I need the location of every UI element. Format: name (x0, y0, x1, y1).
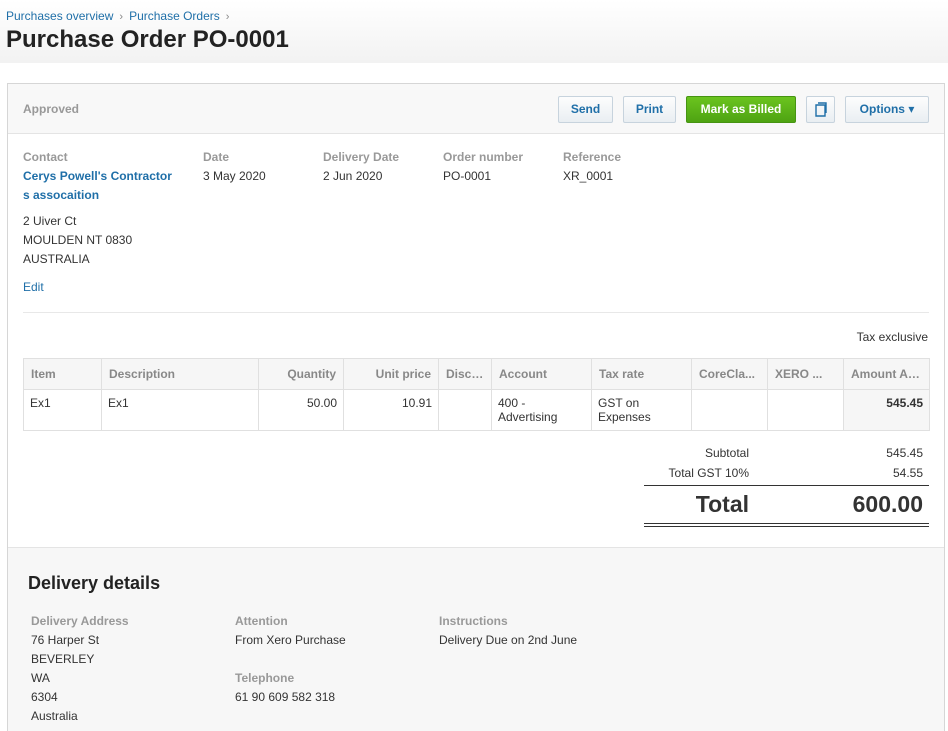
cell-amount: 545.45 (843, 389, 930, 431)
tax-rate-line-1: GST on (598, 396, 640, 410)
column-header-description[interactable]: Description (101, 358, 259, 390)
copy-button[interactable] (806, 96, 835, 123)
delivery-details-section: Delivery details Delivery Address 76 Har… (8, 547, 944, 731)
contact-address-line: AUSTRALIA (23, 252, 90, 266)
table-header-row: Item Description Quantity Unit price Dis… (23, 358, 930, 390)
contact-name-line-1: Cerys Powell's Contractor (23, 169, 172, 183)
attention-value: From Xero Purchase (235, 633, 346, 647)
print-button[interactable]: Print (623, 96, 676, 123)
account-line-1: 400 - (498, 396, 526, 410)
column-header-item[interactable]: Item (23, 358, 102, 390)
tax-mode-label: Tax exclusive (856, 330, 928, 344)
delivery-details-title: Delivery details (28, 573, 161, 593)
delivery-address-line: 6304 (31, 690, 58, 704)
column-header-quantity[interactable]: Quantity (258, 358, 344, 390)
column-header-discount[interactable]: Disc % (438, 358, 492, 390)
cell-item[interactable]: Ex1 (23, 389, 102, 431)
send-button[interactable]: Send (558, 96, 613, 123)
page-title: Purchase Order PO-0001 (6, 26, 289, 53)
order-number-value: PO-0001 (443, 169, 492, 183)
line-items-table: Item Description Quantity Unit price Dis… (23, 358, 930, 431)
contact-address-line: MOULDEN NT 0830 (23, 233, 133, 247)
totals-double-underline (644, 526, 929, 527)
column-header-tracking-core-class[interactable]: CoreCla... (691, 358, 768, 390)
totals-double-underline (644, 523, 929, 524)
telephone-value: 61 90 609 582 318 (235, 690, 336, 704)
totals-divider (644, 485, 929, 486)
delivery-date-label: Delivery Date (323, 150, 400, 164)
section-divider (23, 312, 929, 313)
cell-tracking-core-class[interactable] (691, 389, 768, 431)
tax-rate-line-2: Expenses (598, 410, 651, 424)
attention-label: Attention (235, 614, 288, 628)
options-dropdown[interactable]: Options ▾ (845, 96, 929, 123)
reference-value: XR_0001 (563, 169, 614, 183)
account-line-2: Advertising (498, 410, 558, 424)
column-header-amount[interactable]: Amount AUD (843, 358, 930, 390)
delivery-date-value: 2 Jun 2020 (323, 169, 383, 183)
date-label: Date (203, 150, 230, 164)
instructions-label: Instructions (439, 614, 508, 628)
total-value: 600.00 (852, 491, 923, 517)
contact-name-line-2: s assocaition (23, 188, 100, 202)
delivery-address-line: Australia (31, 709, 78, 723)
status-badge: Approved (23, 102, 80, 116)
cell-tracking-xero[interactable] (767, 389, 844, 431)
breadcrumb: Purchases overview › Purchase Orders › (6, 9, 235, 23)
reference-label: Reference (563, 150, 622, 164)
column-header-tax-rate[interactable]: Tax rate (591, 358, 692, 390)
cell-description[interactable]: Ex1 (101, 389, 259, 431)
column-header-unit-price[interactable]: Unit price (343, 358, 439, 390)
cell-tax-rate[interactable]: GST on Expenses (591, 389, 692, 431)
action-toolbar: Approved Send Print Mark as Billed Optio… (8, 84, 944, 134)
subtotal-label: Subtotal (704, 446, 749, 460)
cell-quantity[interactable]: 50.00 (258, 389, 344, 431)
cell-discount[interactable] (438, 389, 492, 431)
copy-icon (815, 102, 827, 117)
delivery-address-line: WA (31, 671, 50, 685)
order-number-label: Order number (443, 150, 524, 164)
contact-link[interactable]: Cerys Powell's Contractor s assocaition (23, 167, 188, 205)
breadcrumb-separator: › (119, 11, 124, 23)
subtotal-value: 545.45 (886, 446, 923, 460)
gst-label: Total GST 10% (668, 466, 749, 480)
mark-as-billed-button[interactable]: Mark as Billed (686, 96, 796, 123)
total-label: Total (695, 491, 749, 517)
date-value: 3 May 2020 (203, 169, 266, 183)
column-header-tracking-xero[interactable]: XERO ... (767, 358, 844, 390)
cell-account[interactable]: 400 - Advertising (491, 389, 592, 431)
instructions-value: Delivery Due on 2nd June (439, 633, 578, 647)
table-row[interactable]: Ex1 Ex1 50.00 10.91 400 - Advertising GST… (23, 389, 930, 431)
contact-label: Contact (23, 150, 68, 164)
edit-contact-link[interactable]: Edit (23, 280, 44, 294)
cell-unit-price[interactable]: 10.91 (343, 389, 439, 431)
delivery-address-line: BEVERLEY (31, 652, 95, 666)
breadcrumb-purchase-orders[interactable]: Purchase Orders (129, 9, 220, 23)
purchase-order-card: Approved Send Print Mark as Billed Optio… (7, 83, 945, 731)
breadcrumb-purchases-overview[interactable]: Purchases overview (6, 9, 113, 23)
contact-address-line: 2 Uiver Ct (23, 214, 77, 228)
breadcrumb-separator: › (225, 11, 230, 23)
gst-value: 54.55 (892, 466, 923, 480)
delivery-address-line: 76 Harper St (31, 633, 100, 647)
telephone-label: Telephone (235, 671, 295, 685)
delivery-address-label: Delivery Address (31, 614, 129, 628)
column-header-account[interactable]: Account (491, 358, 592, 390)
